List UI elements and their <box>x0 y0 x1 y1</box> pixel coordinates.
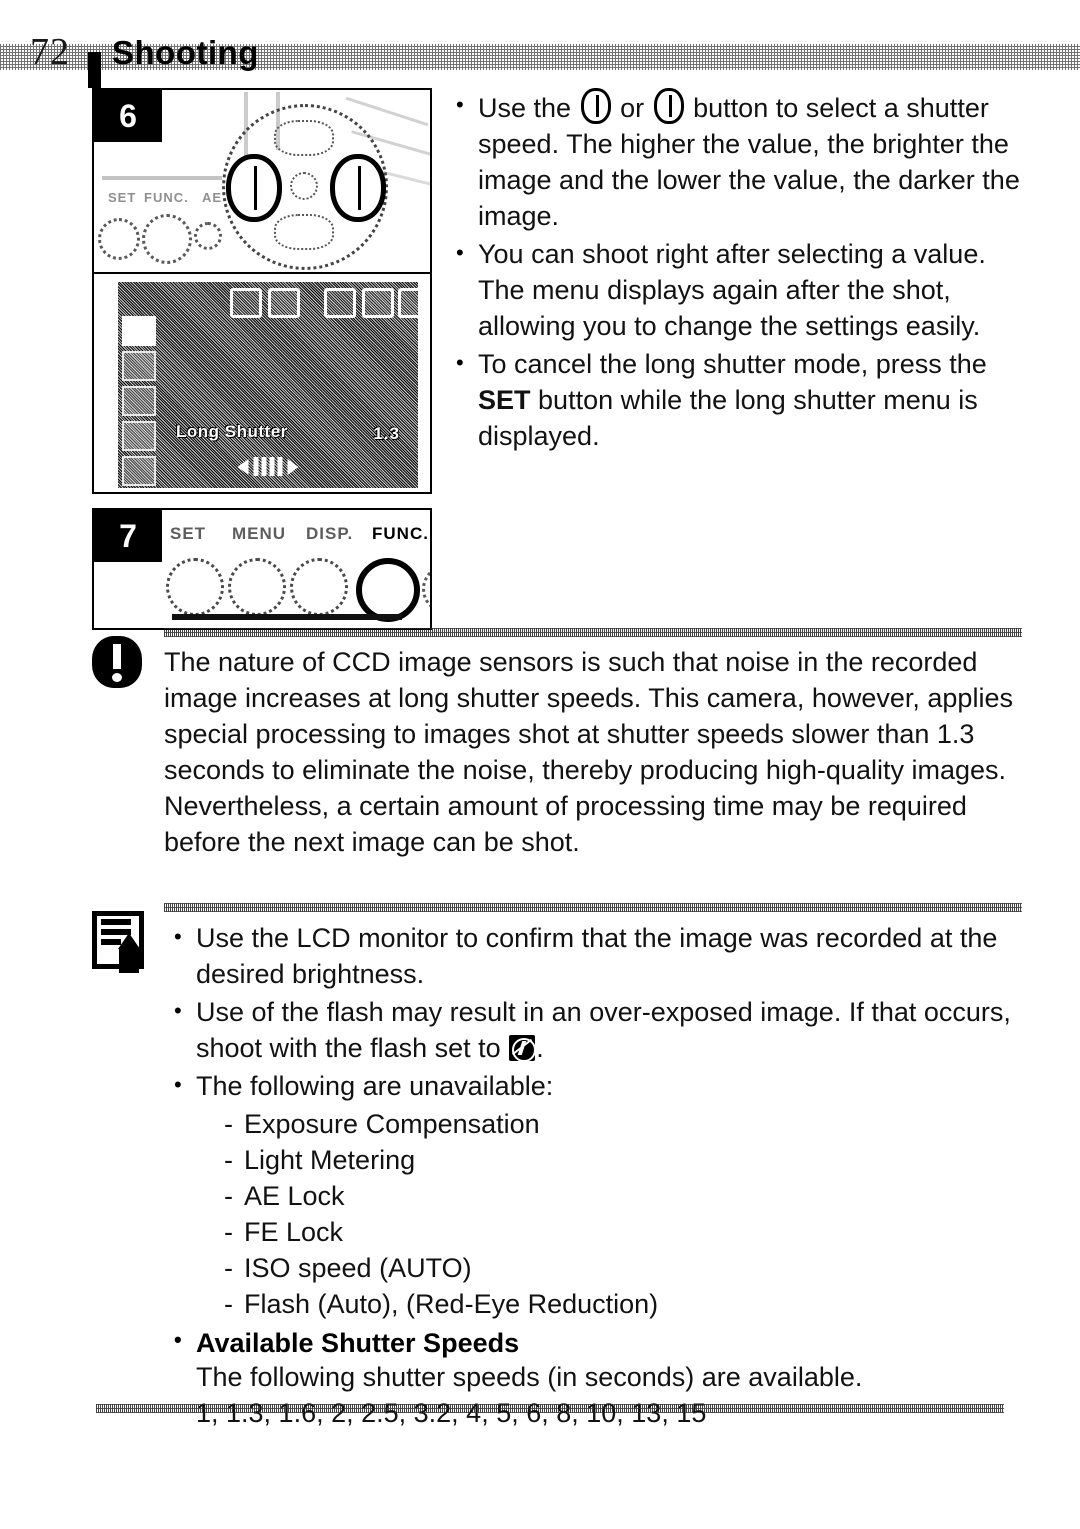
lcd-menu-item <box>122 421 156 451</box>
camera-button-labels: SET MENU DISP. FUNC. <box>166 524 428 554</box>
button-ring-mid <box>142 214 192 264</box>
shutter-speeds-heading: Available Shutter Speeds <box>170 1327 1022 1359</box>
bullet-flash-overexposed: Use of the flash may result in an over-e… <box>170 993 1022 1066</box>
lcd-icon-whitebalance <box>324 288 356 318</box>
bullet-shoot-after-select: You can shoot right after selecting a va… <box>452 235 1022 344</box>
page-bottom-rule <box>96 1404 1004 1413</box>
bullet-unavailable-heading: The following are unavailable: <box>170 1067 1022 1104</box>
label-set: SET <box>170 524 207 543</box>
lcd-icon-resolution <box>230 288 262 318</box>
page-title: Shooting <box>112 34 259 71</box>
label-disp: DISP. <box>306 524 354 543</box>
figure-column: SET FUNC. AE 6 Long Shutter 1.3 SET MENU… <box>92 88 432 630</box>
dial-label-set: SET <box>108 190 137 205</box>
lcd-menu-item <box>122 386 156 416</box>
lcd-icon-flash <box>398 288 418 318</box>
unavailable-feature-list: Exposure Compensation Light Metering AE … <box>224 1106 1022 1322</box>
shutter-speeds-values: 1, 1.3, 1.6, 2, 2.5, 3.2, 4, 5, 6, 8, 10… <box>196 1398 707 1428</box>
camera-button-row: SET MENU DISP. FUNC. <box>166 524 430 622</box>
camera-buttons <box>166 554 430 622</box>
list-item: Exposure Compensation <box>224 1106 1022 1142</box>
step-badge-7: 7 <box>94 510 162 562</box>
slider-bars <box>253 457 283 476</box>
dial-label-func: FUNC. <box>144 190 189 205</box>
dial-right-button-highlight <box>330 154 386 222</box>
figure-step-7-buttons: SET MENU DISP. FUNC. 7 <box>92 508 432 630</box>
label-menu: MENU <box>232 524 287 543</box>
disp-button <box>290 558 348 616</box>
lcd-icon-compression <box>268 288 300 318</box>
lcd-left-menu-strip <box>122 316 156 488</box>
menu-button <box>228 558 286 616</box>
func-button-highlight <box>356 558 420 622</box>
dial-center-button <box>290 172 318 200</box>
flash-off-icon <box>509 1035 537 1062</box>
available-shutter-speeds-block: Available Shutter Speeds The following s… <box>170 1327 1022 1431</box>
camera-body-edge <box>172 614 402 620</box>
bullet-cancel-long-shutter: To cancel the long shutter mode, press t… <box>452 345 1022 454</box>
dial-left-button-highlight <box>226 154 282 222</box>
warning-block: The nature of CCD image sensors is such … <box>92 628 1022 860</box>
note-block: Use the LCD monitor to confirm that the … <box>92 903 1022 1431</box>
slider-left-arrow-icon <box>237 458 249 475</box>
warning-text: The nature of CCD image sensors is such … <box>164 647 1013 857</box>
step-badge-6: 6 <box>94 90 162 142</box>
lcd-top-icon-row <box>118 288 418 318</box>
slider-right-arrow-icon <box>287 458 299 475</box>
label-func: FUNC. <box>372 524 429 543</box>
lcd-setting-value: 1.3 <box>373 424 400 443</box>
note-pencil-icon <box>92 911 144 973</box>
dial-down-pad <box>274 214 334 250</box>
lcd-menu-item-selected <box>122 316 156 346</box>
bullet-select-shutter-speed: Use the or button to select a shutter sp… <box>452 87 1022 234</box>
list-item: ISO speed (AUTO) <box>224 1250 1022 1286</box>
instruction-text-column: Use the or button to select a shutter sp… <box>452 87 1022 456</box>
figure-lcd-screen: Long Shutter 1.3 <box>92 274 432 494</box>
warning-rule <box>164 628 1022 637</box>
figure-step-6-dial: SET FUNC. AE 6 <box>92 88 432 274</box>
list-item: Flash (Auto), (Red-Eye Reduction) <box>224 1286 1022 1322</box>
main-bullet-list: Use the or button to select a shutter sp… <box>452 87 1022 454</box>
header-divider-bar <box>88 52 101 88</box>
lcd-setting-label: Long Shutter <box>176 422 288 441</box>
warning-exclamation-icon <box>92 636 142 688</box>
set-button <box>166 558 224 616</box>
lcd-value-slider <box>237 457 299 476</box>
note-body: Use the LCD monitor to confirm that the … <box>170 919 1022 1322</box>
page-header: 72 Shooting <box>0 28 1080 88</box>
list-item: FE Lock <box>224 1214 1022 1250</box>
page-number: 72 <box>30 31 70 73</box>
lcd-menu-item <box>122 351 156 381</box>
shutter-speeds-intro: The following shutter speeds (in seconds… <box>196 1362 863 1392</box>
lcd-icon-drive <box>362 288 394 318</box>
dial-up-pad <box>274 120 334 156</box>
set-button-keyword: SET <box>478 385 531 415</box>
right-button-icon <box>653 88 684 124</box>
list-item: AE Lock <box>224 1178 1022 1214</box>
lcd-menu-item <box>122 456 156 486</box>
bullet-lcd-confirm: Use the LCD monitor to confirm that the … <box>170 919 1022 992</box>
button-ring-left <box>98 218 140 260</box>
control-dial <box>212 98 392 270</box>
lcd-screen: Long Shutter 1.3 <box>118 282 418 488</box>
thumb-ring <box>422 566 430 612</box>
left-button-icon <box>580 88 611 124</box>
note-bullet-list: Use the LCD monitor to confirm that the … <box>170 919 1022 1104</box>
note-rule <box>164 903 1022 912</box>
list-item: Light Metering <box>224 1142 1022 1178</box>
